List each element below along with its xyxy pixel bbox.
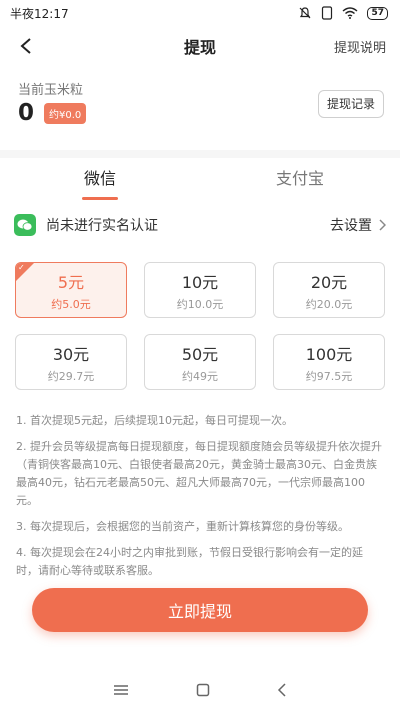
- withdraw-rules: 1. 首次提现5元起，后续提现10元起，每日可提现一次。 2. 提升会员等级提高…: [16, 412, 384, 588]
- amount-approx: 约10.0元: [176, 297, 224, 311]
- tab-alipay[interactable]: 支付宝: [200, 158, 400, 202]
- balance-row: 0 约¥0.0: [18, 100, 87, 126]
- status-icons: 57: [298, 6, 388, 20]
- rule-item: 2. 提升会员等级提高每日提现额度，每日提现额度随会员等级提升依次提升（青铜侠客…: [16, 440, 382, 507]
- amount-approx: 约29.7元: [47, 369, 95, 383]
- withdraw-help-link[interactable]: 提现说明: [334, 37, 386, 56]
- amount-option-20[interactable]: 20元 约20.0元: [273, 262, 385, 318]
- amount-approx: 约20.0元: [305, 297, 353, 311]
- section-divider: [0, 150, 400, 158]
- balance-approx-badge: 约¥0.0: [44, 102, 87, 124]
- rule-item: 1. 首次提现5元起，后续提现10元起，每日可提现一次。: [16, 414, 293, 427]
- go-settings-link[interactable]: 去设置: [330, 215, 386, 235]
- rule-item: 4. 每次提现会在24小时之内审批到账，节假日受银行影响会有一定的延时，请耐心等…: [16, 546, 363, 577]
- amount-value: 100元: [305, 344, 353, 364]
- amount-value: 20元: [310, 272, 348, 292]
- withdraw-record-button[interactable]: 提现记录: [317, 90, 384, 118]
- balance-value: 0: [18, 100, 35, 126]
- nav-bar: 提现 提现说明: [0, 26, 400, 66]
- withdraw-now-button[interactable]: 立即提现: [32, 588, 368, 632]
- amount-approx: 约5.0元: [51, 297, 91, 311]
- wifi-icon: [343, 7, 358, 19]
- amount-value: 5元: [57, 272, 85, 292]
- amount-option-10[interactable]: 10元 约10.0元: [144, 262, 256, 318]
- amount-option-5[interactable]: ✓ 5元 约5.0元: [15, 262, 127, 318]
- balance-label: 当前玉米粒: [18, 83, 84, 98]
- chevron-left-icon: [20, 38, 31, 54]
- wechat-icon: [14, 214, 36, 236]
- amount-option-100[interactable]: 100元 约97.5元: [273, 334, 385, 390]
- go-settings-label: 去设置: [330, 218, 372, 234]
- balance-section: 当前玉米粒 0 约¥0.0 提现记录: [0, 70, 400, 150]
- home-icon[interactable]: [196, 683, 210, 697]
- amount-option-30[interactable]: 30元 约29.7元: [15, 334, 127, 390]
- amount-approx: 约97.5元: [305, 369, 353, 383]
- sim-icon: [322, 6, 333, 20]
- battery-icon: 57: [367, 6, 388, 20]
- amount-value: 30元: [52, 344, 90, 364]
- mute-bell-icon: [300, 7, 311, 19]
- payment-tabs: 微信 支付宝: [0, 158, 400, 202]
- chevron-right-icon: [379, 219, 386, 231]
- amount-value: 50元: [181, 344, 219, 364]
- active-tab-indicator: [82, 197, 118, 200]
- tab-wechat[interactable]: 微信: [0, 158, 200, 202]
- back-button[interactable]: [12, 32, 40, 60]
- amount-approx: 约49元: [182, 369, 218, 383]
- rule-item: 3. 每次提现后，会根据您的当前资产，重新计算核算您的身份等级。: [16, 520, 349, 533]
- status-time: 半夜12:17: [10, 6, 69, 21]
- amount-options: ✓ 5元 约5.0元 10元 约10.0元 20元 约20.0元 30元 约29…: [15, 262, 385, 390]
- page-title: 提现: [183, 38, 216, 57]
- back-nav-icon[interactable]: [277, 683, 287, 697]
- status-bar: 半夜12:17 57: [0, 0, 400, 26]
- amount-option-50[interactable]: 50元 约49元: [144, 334, 256, 390]
- auth-status-text: 尚未进行实名认证: [46, 218, 158, 234]
- check-icon: ✓: [18, 263, 25, 272]
- menu-icon[interactable]: [113, 684, 129, 696]
- real-name-auth-row[interactable]: 尚未进行实名认证 去设置: [0, 208, 400, 242]
- system-nav-bar: [0, 670, 400, 710]
- amount-value: 10元: [181, 272, 219, 292]
